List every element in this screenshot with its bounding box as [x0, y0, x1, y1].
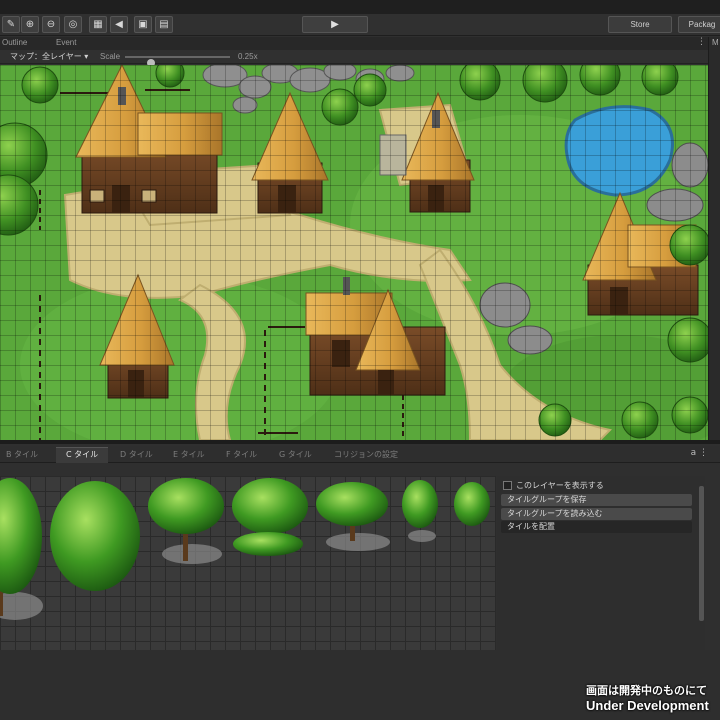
pencil-icon[interactable]: ✎ — [2, 16, 20, 33]
tile-tree-3 — [148, 478, 224, 564]
tile-palette[interactable] — [0, 476, 496, 650]
tile-tree-1 — [0, 478, 43, 620]
tab-event[interactable]: Event — [56, 38, 76, 47]
zoom-in-icon[interactable]: ⊕ — [21, 16, 39, 33]
load-tile-group-button[interactable]: タイルグループを読み込む — [501, 508, 692, 520]
map-options-bar: マップ：全レイヤー ▾ Scale 0.25x — [0, 50, 708, 67]
tile-tree-5 — [316, 482, 390, 551]
tab-outline[interactable]: Outline — [2, 38, 27, 47]
map-scene — [0, 65, 708, 440]
tab-collision-settings[interactable]: コリジョンの設定 — [334, 449, 398, 460]
tile-panel-menu-icon[interactable]: a ⋮ — [691, 448, 708, 458]
play-button[interactable]: ▶ — [302, 16, 368, 33]
tile-options-panel: このレイヤーを表示する タイルグループを保存 タイルグループを読み込む タイルを… — [497, 476, 705, 650]
main-toolbar: ✎ ⊕ ⊖ ◎ ▦ ◀ ▣ ▤ ▶ Store Packag — [0, 14, 720, 36]
layer-select[interactable]: マップ：全レイヤー ▾ — [10, 51, 88, 62]
tab-f-tile[interactable]: F タイル — [226, 449, 257, 460]
layout-icon[interactable]: ▦ — [89, 16, 107, 33]
scale-label: Scale — [100, 52, 121, 61]
sound-icon[interactable]: ◀ — [110, 16, 128, 33]
show-layer-checkbox[interactable] — [503, 481, 512, 490]
tile-tree-2 — [50, 481, 140, 591]
watermark-english: Under Development — [586, 698, 709, 713]
show-layer-label: このレイヤーを表示する — [516, 481, 604, 490]
scale-slider[interactable] — [125, 56, 230, 67]
panel-divider[interactable] — [0, 440, 720, 444]
storage-icon[interactable]: ▣ — [134, 16, 152, 33]
editor-window: ✎ ⊕ ⊖ ◎ ▦ ◀ ▣ ▤ ▶ Store Packag Outline E… — [0, 0, 720, 720]
place-tile-button[interactable]: タイルを配置 — [501, 521, 692, 533]
panel-menu-icon[interactable]: ⋮ — [697, 37, 706, 47]
tab-g-tile[interactable]: G タイル — [279, 449, 312, 460]
pond — [564, 105, 674, 197]
side-panel: M — [708, 37, 720, 443]
title-bar — [0, 0, 720, 14]
tile-tree-6 — [402, 480, 438, 542]
watermark-japanese: 画面は開発中のものにて — [586, 684, 707, 697]
zoom-out-icon[interactable]: ⊖ — [42, 16, 60, 33]
packages-button[interactable]: Packag — [678, 16, 720, 33]
tile-tabs: B タイル C タイル D タイル E タイル F タイル G タイル コリジョ… — [0, 446, 720, 463]
zoom-reset-icon[interactable]: ◎ — [64, 16, 82, 33]
side-panel-tab[interactable]: M — [712, 38, 719, 47]
tab-d-tile[interactable]: D タイル — [120, 449, 153, 460]
tile-panel-scrollbar[interactable] — [699, 486, 704, 621]
tab-c-tile[interactable]: C タイル — [66, 449, 98, 460]
map-canvas[interactable] — [0, 65, 708, 440]
tile-tree-4 — [232, 478, 308, 556]
play-icon: ▶ — [331, 19, 339, 30]
folder-icon[interactable]: ▤ — [155, 16, 173, 33]
scale-value: 0.25x — [238, 52, 258, 61]
tile-palette-scene — [0, 478, 490, 620]
store-button[interactable]: Store — [608, 16, 672, 33]
tile-tree-7 — [454, 482, 490, 526]
save-tile-group-button[interactable]: タイルグループを保存 — [501, 494, 692, 506]
map-panel-tabs: Outline Event ⋮ — [0, 37, 720, 50]
tab-b-tile[interactable]: B タイル — [6, 449, 38, 460]
tab-e-tile[interactable]: E タイル — [173, 449, 205, 460]
